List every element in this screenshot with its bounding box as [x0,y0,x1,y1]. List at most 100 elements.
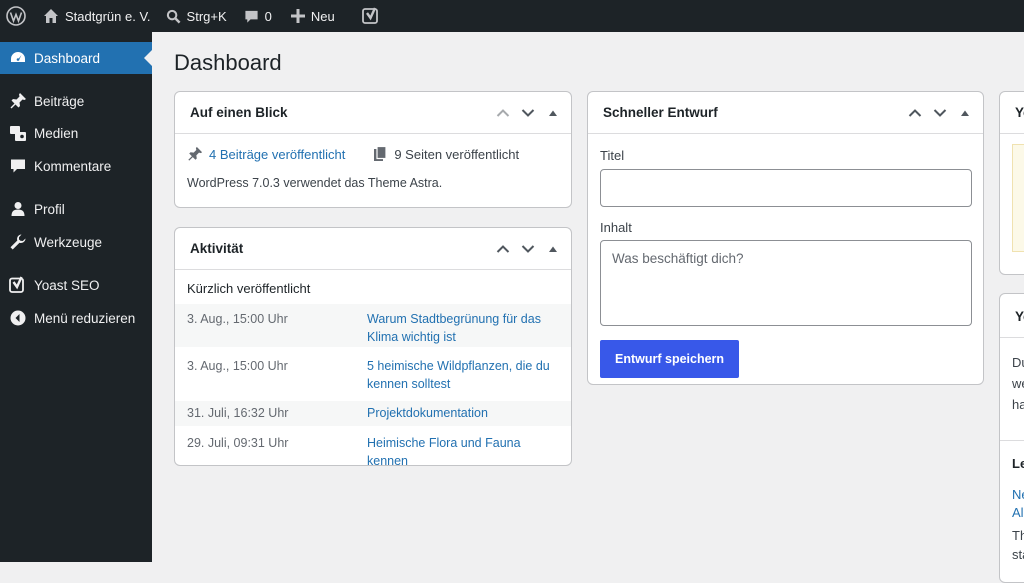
widget-handles [492,102,563,123]
draft-content-textarea[interactable] [600,240,972,326]
widget-handles [904,102,975,123]
move-up-button[interactable] [492,238,513,259]
admin-bar: Stadtgrün e. V. Strg+K 0 Neu [0,0,1024,32]
yoast-text-line: sta [1012,547,1024,562]
activity-date: 31. Juli, 16:32 Uhr [187,406,289,420]
yoast-notice-panel [1012,144,1024,252]
toggle-panel-button[interactable] [542,102,563,123]
yoast-article-link[interactable]: Ne [1012,487,1024,502]
move-down-button[interactable] [517,238,538,259]
divider [1000,440,1024,441]
sidebar-item-yoast-seo[interactable]: Yoast SEO [0,269,152,301]
sidebar-item-tools[interactable]: Werkzeuge [0,226,152,258]
chevron-up-icon [496,244,509,253]
sidebar-item-label: Dashboard [34,50,101,66]
draft-actions: Entwurf speichern [588,340,983,378]
media-icon [8,123,28,143]
plus-icon [290,9,305,23]
sidebar-item-label: Yoast SEO [34,277,100,293]
user-icon [8,199,28,219]
move-up-button[interactable] [904,102,925,123]
comment-bubble-icon [245,10,258,23]
yoast-text-line: Th [1012,528,1024,543]
yoast-adminbar-button[interactable] [342,0,387,32]
yoast-icon [361,7,378,24]
widget-header: Aktivität [175,228,571,270]
chevron-down-icon [521,108,534,117]
activity-post-link[interactable]: Warum Stadtbegrünung für das Klima wicht… [367,310,559,344]
widget-title: Auf einen Blick [190,105,288,120]
sidebar-item-label: Medien [34,125,79,141]
pin-icon [8,91,28,111]
search-shortcut-label: Strg+K [186,8,227,24]
sidebar-item-label: Kommentare [34,158,112,174]
activity-widget: Aktivität Kürzlich veröffentlicht 3. Aug… [174,227,572,466]
toggle-panel-button[interactable] [542,238,563,259]
page-title: Dashboard [174,50,282,75]
wordpress-logo-button[interactable] [0,0,33,32]
posts-count-label: 4 Beiträge veröffentlicht [209,146,346,162]
posts-count-link[interactable]: 4 Beiträge veröffentlicht [187,146,345,162]
glance-counts: 4 Beiträge veröffentlicht 9 Seiten veröf… [175,134,571,162]
sidebar-collapse-button[interactable]: Menü reduzieren [0,302,152,334]
pages-icon [374,146,387,161]
move-down-button[interactable] [517,102,538,123]
triangle-up-icon [548,246,557,252]
search-command-button[interactable]: Strg+K [158,0,234,32]
chevron-down-icon [521,244,534,253]
sidebar-item-posts[interactable]: Beiträge [0,85,152,117]
comments-count: 0 [264,8,272,24]
pages-count-label: 9 Seiten veröffentlicht [394,146,520,162]
yoast-text-line: ha [1012,397,1024,412]
new-content-label: Neu [310,8,335,24]
sidebar-item-comments[interactable]: Kommentare [0,150,152,182]
activity-post-link[interactable]: Heimische Flora und Fauna kennen [367,434,559,465]
widget-title: Yo [1015,309,1024,324]
yoast-text-line: Du [1012,355,1024,370]
triangle-up-icon [548,110,557,116]
draft-title-input[interactable] [600,169,972,207]
yoast-text-line: we [1012,376,1024,391]
toggle-panel-button[interactable] [954,102,975,123]
table-row: 3. Aug., 15:00 Uhr 5 heimische Wildpflan… [175,347,571,401]
sidebar-item-profile[interactable]: Profil [0,193,152,225]
wordpress-logo-icon [6,6,26,26]
widget-title: Yo [1015,105,1024,120]
pages-count[interactable]: 9 Seiten veröffentlicht [373,146,519,162]
site-name-link[interactable]: Stadtgrün e. V. [33,0,158,32]
yoast-icon [8,275,28,295]
chevron-up-icon [908,108,921,117]
dashboard-icon [8,48,28,68]
widget-header: Schneller Entwurf [588,92,983,134]
sidebar-item-dashboard[interactable]: Dashboard [0,42,152,74]
widget-header: Auf einen Blick [175,92,571,134]
recently-published-heading: Kürzlich veröffentlicht [187,281,311,296]
triangle-up-icon [960,110,969,116]
search-icon [166,9,180,23]
save-draft-button[interactable]: Entwurf speichern [600,340,740,378]
table-row: 29. Juli, 09:31 Uhr Heimische Flora und … [175,426,571,465]
widget-header: Yo [1000,92,1024,134]
wordpress-version-text: WordPress 7.0.3 verwendet das Theme Astr… [187,176,443,190]
sidebar-item-media[interactable]: Medien [0,117,152,149]
yoast-widget-bottom: Yo Du we ha Le Ne Al Th sta [999,293,1024,583]
yoast-article-link[interactable]: Al [1012,505,1024,520]
comments-button[interactable]: 0 [234,0,279,32]
widget-title: Schneller Entwurf [603,105,718,120]
quick-draft-widget: Schneller Entwurf Titel Inhalt Entwurf s… [587,91,984,385]
activity-post-link[interactable]: 5 heimische Wildpflanzen, die du kennen … [367,357,559,395]
at-a-glance-widget: Auf einen Blick 4 Beiträge veröffentlich… [174,91,572,208]
activity-post-link[interactable]: Projektdokumentation [367,404,488,420]
table-row: 3. Aug., 15:00 Uhr Warum Stadtbegrünung … [175,304,571,347]
widget-header: Yo [1000,294,1024,338]
chevron-down-icon [933,108,946,117]
new-content-button[interactable]: Neu [279,0,342,32]
widget-title: Aktivität [190,241,244,256]
move-down-button[interactable] [929,102,950,123]
sidebar-item-label: Beiträge [34,93,85,109]
sidebar-item-label: Profil [34,201,65,217]
home-icon [44,9,58,23]
title-field-label: Titel [600,148,625,163]
move-up-button[interactable] [492,102,513,123]
yoast-widget-top: Yo [999,91,1024,275]
